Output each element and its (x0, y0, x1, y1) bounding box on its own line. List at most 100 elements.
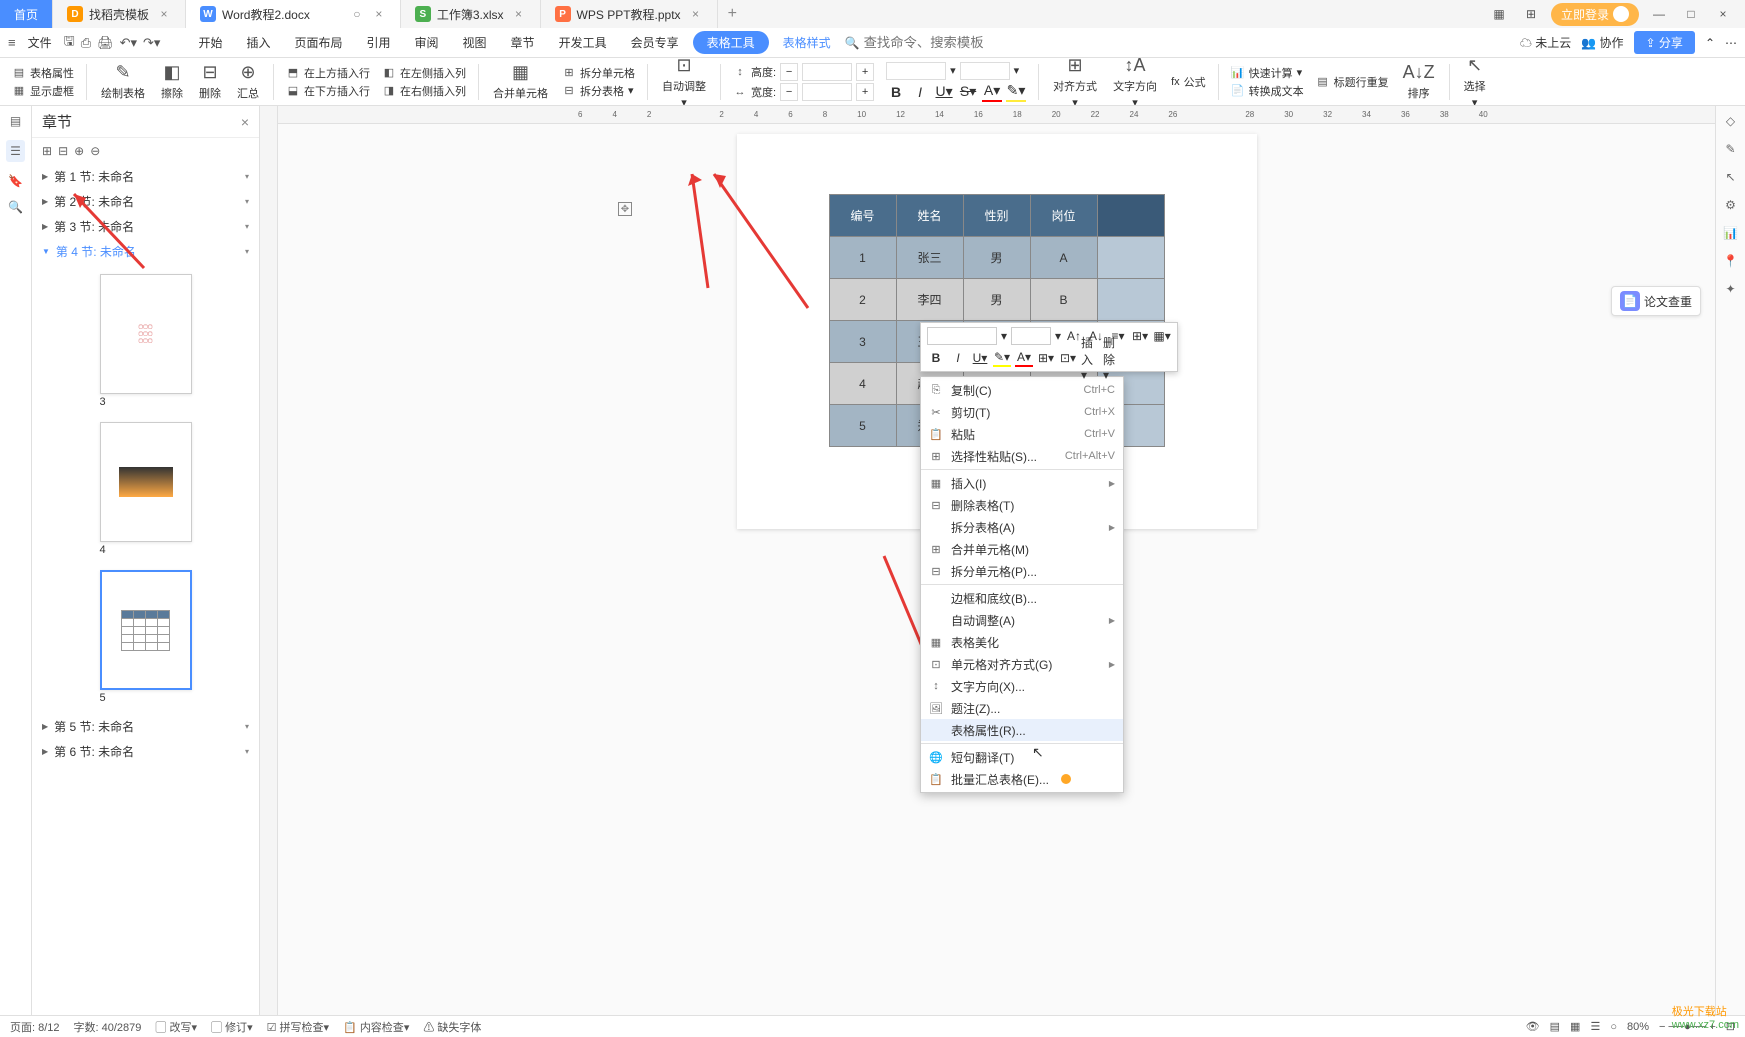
menu-view[interactable]: 视图 (453, 31, 497, 54)
print-preview-icon[interactable]: ⎙ (81, 35, 91, 51)
size-selector[interactable] (1011, 327, 1051, 345)
delete-menu[interactable]: 删除▾ (1103, 349, 1121, 367)
paper-check-button[interactable]: 📄 论文查重 (1611, 286, 1701, 316)
track-toggle[interactable]: ▢ 修订▾ (211, 1019, 253, 1035)
grid-icon[interactable]: ▦ (1487, 7, 1511, 21)
zoom-out[interactable]: ○ (1610, 1021, 1617, 1033)
settings-icon[interactable]: ⚙ (1725, 198, 1736, 212)
ctx-split-cell[interactable]: ⊟拆分单元格(P)... (921, 560, 1123, 582)
file-menu[interactable]: 文件 (22, 32, 58, 53)
menu-table-tools[interactable]: 表格工具 (693, 31, 769, 54)
close-icon[interactable]: × (372, 7, 386, 21)
minimize-icon[interactable]: — (1647, 7, 1671, 21)
save-icon[interactable]: 🖫 (64, 32, 75, 54)
font-name[interactable] (886, 62, 946, 80)
ctx-copy[interactable]: ⎘复制(C)Ctrl+C (921, 379, 1123, 401)
search-input[interactable]: 🔍 (845, 35, 984, 50)
del-section-icon[interactable]: ⊖ (90, 144, 100, 158)
italic-icon[interactable]: I (910, 82, 930, 102)
highlight-icon[interactable]: ✎▾ (1006, 82, 1026, 102)
page-icon[interactable]: ▤ (10, 114, 21, 128)
ctx-batch[interactable]: 📋批量汇总表格(E)... (921, 768, 1123, 790)
draw-table[interactable]: ✎绘制表格 (95, 62, 151, 101)
page-status[interactable]: 页面: 8/12 (10, 1019, 60, 1035)
menu-table-style[interactable]: 表格样式 (773, 31, 841, 54)
bookmark-icon[interactable]: 🔖 (8, 174, 23, 188)
split-table[interactable]: ⊟拆分表格▾ (562, 83, 635, 99)
width-input[interactable] (802, 83, 852, 101)
location-icon[interactable]: 📍 (1723, 254, 1738, 268)
sheet-tab[interactable]: S工作簿3.xlsx× (401, 0, 541, 28)
insert-col-right[interactable]: ◨在右侧插入列 (382, 83, 466, 99)
formula-button[interactable]: 公式 (1184, 74, 1206, 90)
close-window-icon[interactable]: × (1711, 7, 1735, 21)
ppt-tab[interactable]: PWPS PPT教程.pptx× (541, 0, 718, 28)
height-input[interactable] (802, 63, 852, 81)
add-section-icon[interactable]: ⊕ (74, 144, 84, 158)
zoom-level[interactable]: 80% (1627, 1021, 1649, 1033)
merge-cells[interactable]: ▦合并单元格 (487, 62, 554, 101)
underline-icon[interactable]: U▾ (934, 82, 954, 102)
outline-view-icon[interactable]: ☰ (1590, 1020, 1600, 1033)
page-thumb[interactable]: ▢▢▢▢▢▢▢▢▢ (100, 274, 192, 394)
menu-insert[interactable]: 插入 (236, 31, 280, 54)
ctx-insert[interactable]: ▦插入(I)▶ (921, 472, 1123, 494)
repeat-header[interactable]: ▤标题行重复 (1316, 74, 1389, 90)
ctx-autofit[interactable]: 自动调整(A)▶ (921, 609, 1123, 631)
menu-start[interactable]: 开始 (188, 31, 232, 54)
font-missing[interactable]: ⚠ 缺失字体 (423, 1019, 481, 1035)
font-selector[interactable] (927, 327, 997, 345)
redo-icon[interactable]: ↷▾ (143, 35, 160, 51)
italic-icon[interactable]: I (949, 349, 967, 367)
chart-icon[interactable]: 📊 (1723, 226, 1738, 240)
ctx-text-dir[interactable]: ↕文字方向(X)... (921, 675, 1123, 697)
close-icon[interactable]: × (689, 7, 703, 21)
coop-button[interactable]: 👥 协作 (1581, 34, 1623, 51)
ctx-del-table[interactable]: ⊟删除表格(T) (921, 494, 1123, 516)
insert-menu[interactable]: 插入▾ (1081, 349, 1099, 367)
split-cells[interactable]: ⊞拆分单元格 (562, 65, 635, 81)
cell-icon[interactable]: ▦▾ (1153, 327, 1171, 345)
height-inc[interactable]: + (856, 63, 874, 81)
menu-chapter[interactable]: 章节 (501, 31, 545, 54)
share-button[interactable]: ⇪ 分享 (1634, 31, 1695, 54)
font-color-icon[interactable]: A▾ (1015, 349, 1033, 367)
cloud-status[interactable]: ☁ 未上云 (1520, 34, 1571, 51)
ctx-caption[interactable]: 🖼题注(Z)... (921, 697, 1123, 719)
autofit[interactable]: ⊡自动调整▾ (656, 58, 712, 106)
bold-icon[interactable]: B (886, 82, 906, 102)
insert-col-left[interactable]: ◧在左侧插入列 (382, 65, 466, 81)
underline-icon[interactable]: U▾ (971, 349, 989, 367)
outline-item[interactable]: ▶第 3 节: 未命名▾ (32, 214, 259, 239)
table-props-button[interactable]: ▤表格属性 (12, 65, 74, 81)
find-icon[interactable]: 🔍 (8, 200, 23, 214)
close-pane-icon[interactable]: × (241, 114, 249, 130)
font-color-icon[interactable]: A▾ (982, 82, 1002, 102)
summary[interactable]: ⊕汇总 (231, 62, 265, 101)
spell-toggle[interactable]: ☑ 拼写检查▾ (267, 1019, 329, 1035)
app-icon[interactable]: ⊞ (1519, 7, 1543, 21)
collapse-all-icon[interactable]: ⊟ (58, 144, 68, 158)
save-icon[interactable]: ○ (350, 7, 364, 21)
insert-row-above[interactable]: ⬒在上方插入行 (286, 65, 370, 81)
border-icon[interactable]: ⊞▾ (1037, 349, 1055, 367)
chevron-up-icon[interactable]: ⌃ (1705, 36, 1715, 50)
web-layout-icon[interactable]: ▦ (1570, 1020, 1580, 1033)
content-check[interactable]: 📋 内容检查▾ (343, 1019, 409, 1035)
convert-text[interactable]: 📄转换成文本 (1231, 83, 1304, 99)
page-thumb[interactable] (100, 422, 192, 542)
outline-item[interactable]: ▶第 2 节: 未命名▾ (32, 189, 259, 214)
height-dec[interactable]: − (780, 63, 798, 81)
align[interactable]: ⊞对齐方式▾ (1047, 58, 1103, 106)
table-move-handle[interactable]: ✥ (618, 202, 632, 216)
read-mode-icon[interactable]: 👁 (1526, 1020, 1540, 1033)
highlight-icon[interactable]: ✎▾ (993, 349, 1011, 367)
style-icon[interactable]: ◇ (1726, 114, 1735, 128)
page-thumb[interactable] (100, 570, 192, 690)
ctx-border[interactable]: 边框和底纹(B)... (921, 587, 1123, 609)
delete[interactable]: ⊟删除 (193, 62, 227, 101)
menu-review[interactable]: 审阅 (405, 31, 449, 54)
expand-all-icon[interactable]: ⊞ (42, 144, 52, 158)
outline-item[interactable]: ▶第 1 节: 未命名▾ (32, 164, 259, 189)
outline-item[interactable]: ▼第 4 节: 未命名▾ (32, 239, 259, 264)
